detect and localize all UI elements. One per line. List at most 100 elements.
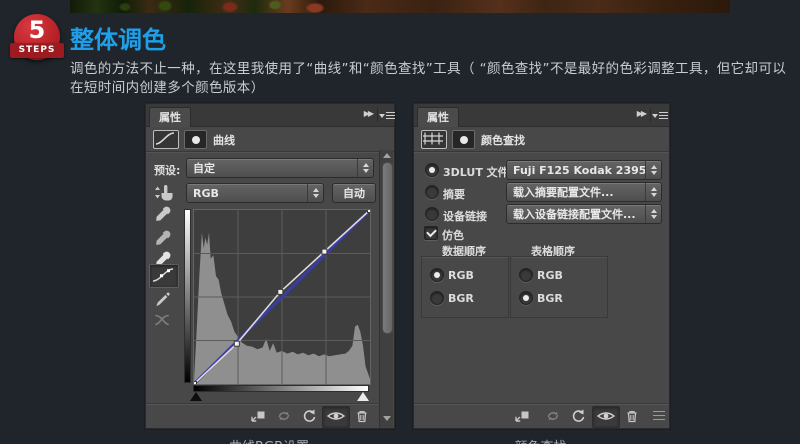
clip-to-layer-icon[interactable] (250, 408, 266, 424)
targeted-adjustment-icon[interactable] (154, 182, 176, 204)
tab-properties[interactable]: 属性 (149, 107, 191, 127)
radio-device-link[interactable] (425, 207, 439, 221)
radio-table-order-rgb[interactable] (519, 268, 533, 282)
lookup-caption: 颜色查找 (413, 436, 668, 444)
mask-dot (460, 136, 468, 144)
curves-properties-panel: 属性 ▶▶ 曲线 预设: 自定 (145, 103, 395, 429)
layer-mask-icon[interactable] (452, 130, 475, 149)
curve-point[interactable] (194, 382, 197, 385)
white-point-slider[interactable] (357, 392, 369, 401)
input-gradient-bar (193, 385, 369, 392)
section-title: 整体调色 (70, 20, 166, 55)
output-gradient-bar (184, 209, 191, 383)
preset-select[interactable]: 自定 (186, 158, 374, 178)
menu-lines-icon (386, 112, 395, 120)
menu-caret-icon (379, 114, 385, 118)
device-link-profile-select[interactable]: 载入设备链接配置文件... (506, 204, 662, 224)
panel-resize-grip[interactable] (653, 411, 665, 420)
step-ribbon: STEPS (10, 43, 64, 58)
delete-adjustment-icon[interactable] (354, 408, 370, 424)
table-order-rgb-label: RGB (537, 269, 563, 282)
auto-button[interactable]: 自动 (332, 183, 376, 203)
mask-dot (192, 136, 200, 144)
preset-select-value: 自定 (187, 160, 357, 176)
table-order-group: RGB BGR (510, 256, 608, 318)
view-previous-state-icon (276, 408, 292, 424)
gray-point-eyedropper-icon[interactable] (153, 230, 171, 248)
curve-point[interactable] (278, 289, 283, 294)
dither-label: 仿色 (442, 227, 464, 243)
step-label: STEPS (10, 43, 64, 58)
clip-to-layer-icon[interactable] (514, 408, 530, 424)
stepper-icon (645, 161, 661, 179)
stepper-icon (307, 184, 323, 202)
panel-scrollbar[interactable] (379, 150, 393, 428)
abstract-label: 摘要 (443, 186, 465, 202)
menu-caret-icon (652, 114, 658, 118)
toggle-visibility-button[interactable] (592, 406, 620, 428)
curves-caption: 曲线RGB设置 (145, 436, 393, 444)
scrollbar-thumb[interactable] (382, 162, 393, 334)
channel-select[interactable]: RGB (186, 183, 324, 203)
collapse-panel-icon[interactable]: ▶▶ (364, 109, 372, 118)
toggle-visibility-button[interactable] (322, 406, 350, 428)
radio-data-order-bgr[interactable] (430, 291, 444, 305)
layer-mask-icon[interactable] (184, 130, 207, 149)
adjustment-title: 曲线 (213, 132, 235, 148)
smooth-curve-icon (153, 311, 171, 329)
step-badge: 5 STEPS (10, 14, 64, 66)
curve-point[interactable] (234, 341, 239, 346)
dither-checkbox[interactable] (424, 226, 438, 240)
scroll-up-icon[interactable] (383, 153, 391, 158)
3dlut-file-value: Fuji F125 Kodak 2395 (b... (507, 164, 645, 177)
radio-data-order-rgb[interactable] (430, 268, 444, 282)
collapse-panel-icon[interactable]: ▶▶ (637, 109, 645, 118)
color-lookup-properties-panel: 属性 ▶▶ 颜色查找 3DLUT 文件 Fuji F125 Kodak 2395… (413, 103, 670, 429)
preset-label: 预设: (154, 162, 180, 178)
curves-tab-bar: 属性 ▶▶ (146, 104, 394, 127)
lookup-bottom-toolbar (414, 403, 669, 428)
tab-divider (650, 108, 651, 122)
3dlut-file-label: 3DLUT 文件 (443, 164, 509, 180)
reset-adjustment-icon[interactable] (570, 408, 586, 424)
description-line-2: 在短时间内创建多个颜色版本） (70, 76, 265, 96)
tab-properties[interactable]: 属性 (417, 107, 459, 127)
stepper-icon (645, 183, 661, 201)
3dlut-file-select[interactable]: Fuji F125 Kodak 2395 (b... (506, 160, 662, 180)
tutorial-page: 5 STEPS 整体调色 调色的方法不止一种，在这里我使用了“曲线”和“颜色查找… (0, 0, 800, 444)
device-link-label: 设备链接 (443, 208, 487, 224)
radio-table-order-bgr[interactable] (519, 291, 533, 305)
edit-points-tool-selected[interactable] (149, 264, 179, 288)
lookup-tab-bar: 属性 ▶▶ (414, 104, 669, 127)
curves-bottom-toolbar (146, 403, 378, 428)
delete-adjustment-icon[interactable] (624, 408, 640, 424)
radio-abstract[interactable] (425, 185, 439, 199)
panel-menu-icon[interactable] (652, 112, 668, 120)
radio-3dlut-file[interactable] (425, 163, 439, 177)
stepper-icon (357, 159, 373, 177)
data-order-group: RGB BGR (421, 256, 509, 318)
curve-point[interactable] (368, 210, 371, 213)
view-previous-state-icon (545, 408, 561, 424)
stepper-icon (645, 205, 661, 223)
adjustment-title: 颜色查找 (481, 132, 525, 148)
abstract-profile-select[interactable]: 载入摘要配置文件... (506, 182, 662, 202)
table-order-bgr-label: BGR (537, 292, 563, 305)
reset-adjustment-icon[interactable] (301, 408, 317, 424)
data-order-rgb-label: RGB (448, 269, 474, 282)
lookup-adjustment-header: 颜色查找 (414, 126, 669, 152)
draw-curve-pencil-icon[interactable] (153, 291, 171, 309)
color-lookup-adjustment-icon[interactable] (421, 130, 447, 149)
curves-plot[interactable] (194, 210, 370, 384)
curve-point[interactable] (322, 249, 327, 254)
data-order-bgr-label: BGR (448, 292, 474, 305)
scroll-down-icon[interactable] (383, 416, 391, 421)
channel-select-value: RGB (187, 187, 307, 200)
curves-plot-area[interactable] (193, 209, 371, 385)
curves-adjustment-icon[interactable] (153, 130, 179, 149)
curves-adjustment-header: 曲线 (146, 126, 394, 152)
black-point-slider[interactable] (190, 392, 202, 401)
menu-lines-icon (659, 112, 668, 120)
black-point-eyedropper-icon[interactable] (153, 206, 171, 224)
panel-menu-icon[interactable] (379, 112, 395, 120)
